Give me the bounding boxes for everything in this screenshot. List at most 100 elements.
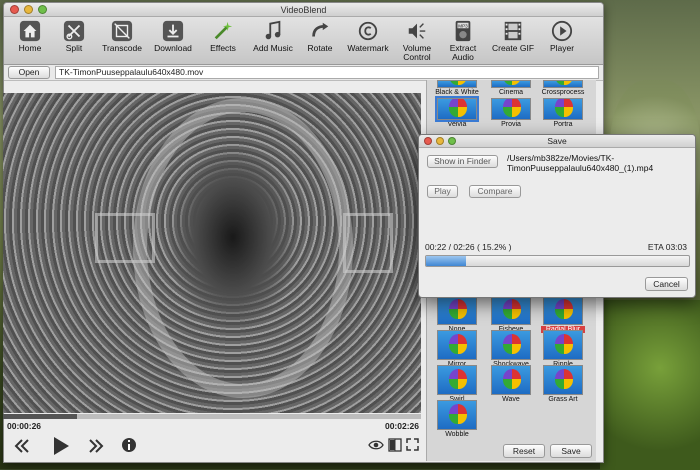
effect-fisheye[interactable]: Fisheye [489, 295, 533, 333]
effect-grass-art[interactable]: Grass Art [541, 365, 585, 403]
balloon-thumbnail-icon [449, 81, 467, 85]
effect-thumbnail [435, 96, 479, 122]
seek-bar[interactable] [3, 414, 421, 419]
minimize-window-button[interactable] [24, 5, 33, 14]
effect-swirl[interactable]: Swirl [435, 365, 479, 403]
rewind-icon[interactable] [13, 437, 31, 455]
effect-label: Velvia [447, 121, 467, 128]
watermark-button[interactable]: Watermark [342, 17, 394, 65]
effect-velvia[interactable]: Velvia [435, 96, 479, 128]
speaker-icon [408, 23, 426, 39]
info-icon[interactable] [121, 437, 137, 453]
rotate-button[interactable]: Rotate [298, 17, 342, 65]
effect-label: Wobble [445, 431, 469, 438]
save-dialog-title: Save [547, 136, 567, 146]
balloon-thumbnail-icon [555, 299, 573, 319]
window-controls [10, 5, 47, 14]
balloon-thumbnail-icon [449, 404, 467, 424]
split-icon [63, 20, 85, 42]
end-time: 00:02:26 [384, 421, 419, 431]
effect-thumbnail [491, 330, 531, 360]
video-frame-window-left [95, 213, 155, 263]
dialog-compare-button[interactable]: Compare [469, 185, 521, 198]
effect-thumbnail [437, 400, 477, 430]
save-progress-bar [425, 255, 690, 267]
effect-black-white[interactable]: Black & White [435, 80, 479, 96]
seek-bar-fill [3, 414, 78, 419]
effect-thumbnail [491, 98, 531, 120]
extract-audio-button[interactable]: MP3 Extract Audio [440, 17, 486, 65]
download-button[interactable]: Download [148, 17, 198, 65]
file-path-field[interactable]: TK-TimonPuuseppalaulu640x480.mov [55, 66, 599, 79]
player-button[interactable]: Player [540, 17, 584, 65]
effects-wand-icon [214, 21, 233, 40]
effect-mirror[interactable]: Mirror [435, 330, 479, 368]
reset-button[interactable]: Reset [503, 444, 545, 458]
volume-control-button[interactable]: Volume Control [394, 17, 440, 65]
video-frame-arc [133, 98, 353, 398]
save-button[interactable]: Save [550, 444, 592, 458]
transcode-icon [111, 20, 133, 42]
effects-button[interactable]: Effects [198, 17, 248, 65]
save-dialog-title-bar[interactable]: Save [419, 135, 695, 148]
dialog-window-controls [424, 137, 456, 145]
effect-thumbnail [437, 80, 477, 88]
balloon-thumbnail-icon [503, 334, 521, 354]
effect-none[interactable]: None [435, 295, 479, 333]
balloon-thumbnail-icon [503, 299, 521, 319]
balloon-thumbnail-icon [449, 334, 467, 354]
open-button[interactable]: Open [8, 66, 50, 79]
transport-controls [3, 434, 421, 460]
effect-ripple[interactable]: Ripple [541, 330, 585, 368]
eta-text: ETA 03:03 [647, 242, 687, 252]
effect-label: Cinema [498, 89, 524, 96]
effect-thumbnail [543, 98, 583, 120]
transcode-button[interactable]: Transcode [96, 17, 148, 65]
effect-thumbnail [543, 295, 583, 325]
effect-wave[interactable]: Wave [489, 365, 533, 403]
play-circle-icon [551, 20, 573, 42]
split-button[interactable]: Split [52, 17, 96, 65]
balloon-thumbnail-icon [555, 99, 573, 117]
show-in-finder-button[interactable]: Show in Finder [427, 155, 498, 168]
effect-label: Wave [502, 396, 520, 403]
play-icon[interactable] [51, 435, 71, 457]
copyright-icon [358, 21, 378, 41]
output-path: /Users/mb382ze/Movies/TK-TimonPuuseppala… [507, 153, 654, 173]
fullscreen-icon[interactable] [406, 438, 419, 451]
close-window-button[interactable] [10, 5, 19, 14]
minimize-dialog-button[interactable] [436, 137, 444, 145]
effect-label: Portra [553, 121, 573, 128]
effect-radial-blur[interactable]: Radial Blur [541, 295, 585, 333]
effect-crossprocess[interactable]: Crossprocess [541, 80, 585, 96]
effect-provia[interactable]: Provia [489, 98, 533, 128]
cancel-button[interactable]: Cancel [645, 277, 688, 291]
effect-label: Crossprocess [541, 89, 585, 96]
home-button[interactable]: Home [8, 17, 52, 65]
progress-text: 00:22 / 02:26 ( 15.2% ) [425, 242, 512, 252]
effects-panel-buttons: Reset Save [426, 441, 596, 461]
close-dialog-button[interactable] [424, 137, 432, 145]
compare-view-icon[interactable] [388, 438, 402, 452]
rotate-icon [312, 22, 329, 37]
effect-portra[interactable]: Portra [541, 98, 585, 128]
effect-shockwave[interactable]: Shockwave [489, 330, 533, 368]
time-row: 00:00:26 00:02:26 [3, 421, 421, 433]
effect-wobble[interactable]: Wobble [435, 400, 479, 438]
effect-thumbnail [437, 365, 477, 395]
video-frame-window-right [343, 213, 393, 273]
fast-forward-icon[interactable] [87, 437, 105, 455]
effect-cinema[interactable]: Cinema [489, 80, 533, 96]
zoom-window-button[interactable] [38, 5, 47, 14]
title-bar[interactable]: VideoBlend [4, 3, 603, 17]
current-time: 00:00:26 [7, 421, 42, 431]
eye-icon[interactable] [368, 439, 384, 451]
balloon-thumbnail-icon [555, 334, 573, 354]
zoom-dialog-button[interactable] [448, 137, 456, 145]
video-preview[interactable] [3, 93, 421, 413]
balloon-thumbnail-icon [503, 369, 521, 389]
effect-thumbnail [491, 80, 531, 88]
add-music-button[interactable]: Add Music [248, 17, 298, 65]
create-gif-button[interactable]: Create GIF [486, 17, 540, 65]
dialog-play-button[interactable]: Play [427, 185, 458, 198]
